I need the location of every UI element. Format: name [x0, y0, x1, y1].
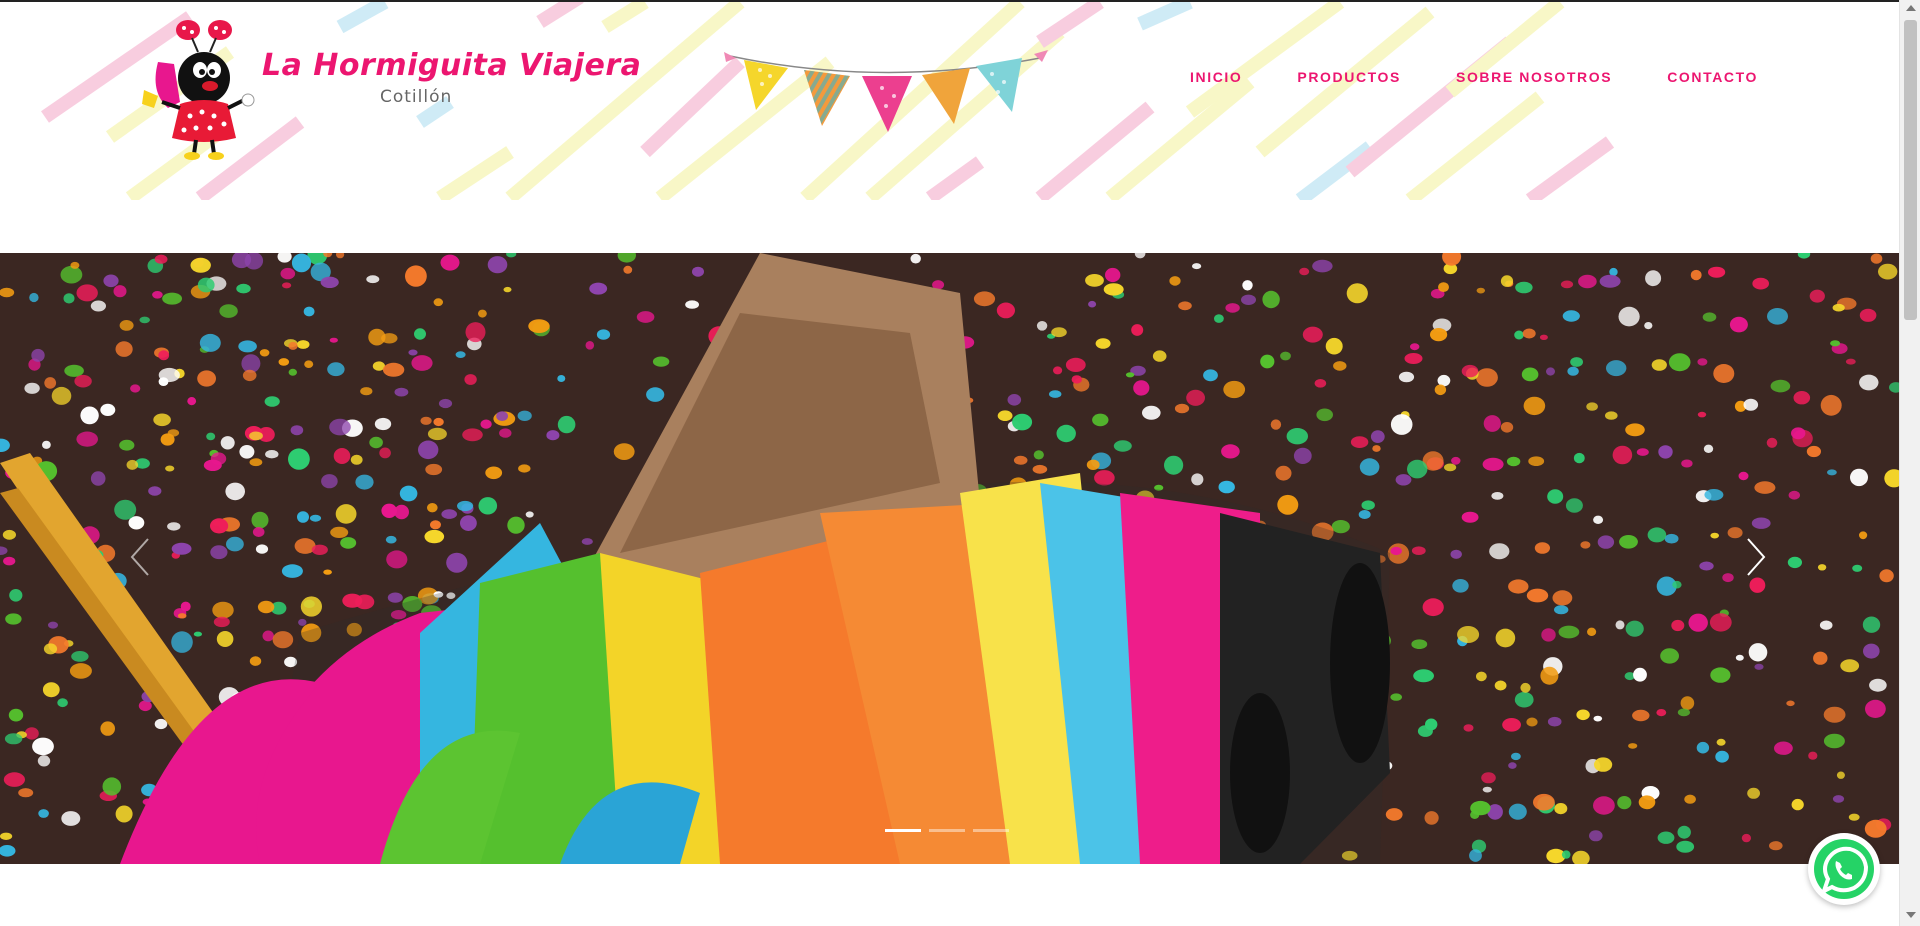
bunting-decoration	[724, 50, 1048, 132]
scroll-thumb[interactable]	[1904, 20, 1917, 320]
chevron-left-icon	[130, 538, 149, 576]
carousel-indicator-3[interactable]	[973, 829, 1009, 832]
hero-carousel	[0, 253, 1899, 864]
carousel-indicator-1[interactable]	[885, 829, 921, 832]
page-scrollbar[interactable]	[1899, 0, 1920, 926]
carousel-indicator-2[interactable]	[929, 829, 965, 832]
chevron-right-icon	[1747, 538, 1766, 576]
brand-subtitle: Cotillón	[380, 87, 453, 107]
nav-item-inicio[interactable]: INICIO	[1190, 69, 1242, 85]
scroll-down-arrow-icon[interactable]	[1906, 912, 1916, 918]
main-nav: INICIO PRODUCTOS SOBRE NOSOTROS CONTACTO	[1190, 69, 1813, 85]
scroll-up-arrow-icon[interactable]	[1906, 5, 1916, 11]
nav-item-sobre-nosotros[interactable]: SOBRE NOSOTROS	[1456, 69, 1612, 85]
brand-name[interactable]: La Hormiguita Viajera	[262, 48, 641, 83]
nav-item-productos[interactable]: PRODUCTOS	[1297, 69, 1401, 85]
carousel-prev[interactable]	[128, 535, 168, 581]
hero-slide-image	[0, 253, 1899, 864]
ant-mascot-logo	[142, 20, 255, 160]
nav-item-contacto[interactable]: CONTACTO	[1667, 69, 1758, 85]
site-logo[interactable]	[140, 12, 580, 162]
whatsapp-icon	[1814, 839, 1874, 899]
site-header: La Hormiguita Viajera Cotillón INICIO PR…	[0, 2, 1899, 200]
page: La Hormiguita Viajera Cotillón INICIO PR…	[0, 0, 1899, 926]
carousel-next[interactable]	[1744, 535, 1784, 581]
carousel-indicators	[885, 829, 1009, 832]
whatsapp-button[interactable]	[1808, 833, 1880, 905]
